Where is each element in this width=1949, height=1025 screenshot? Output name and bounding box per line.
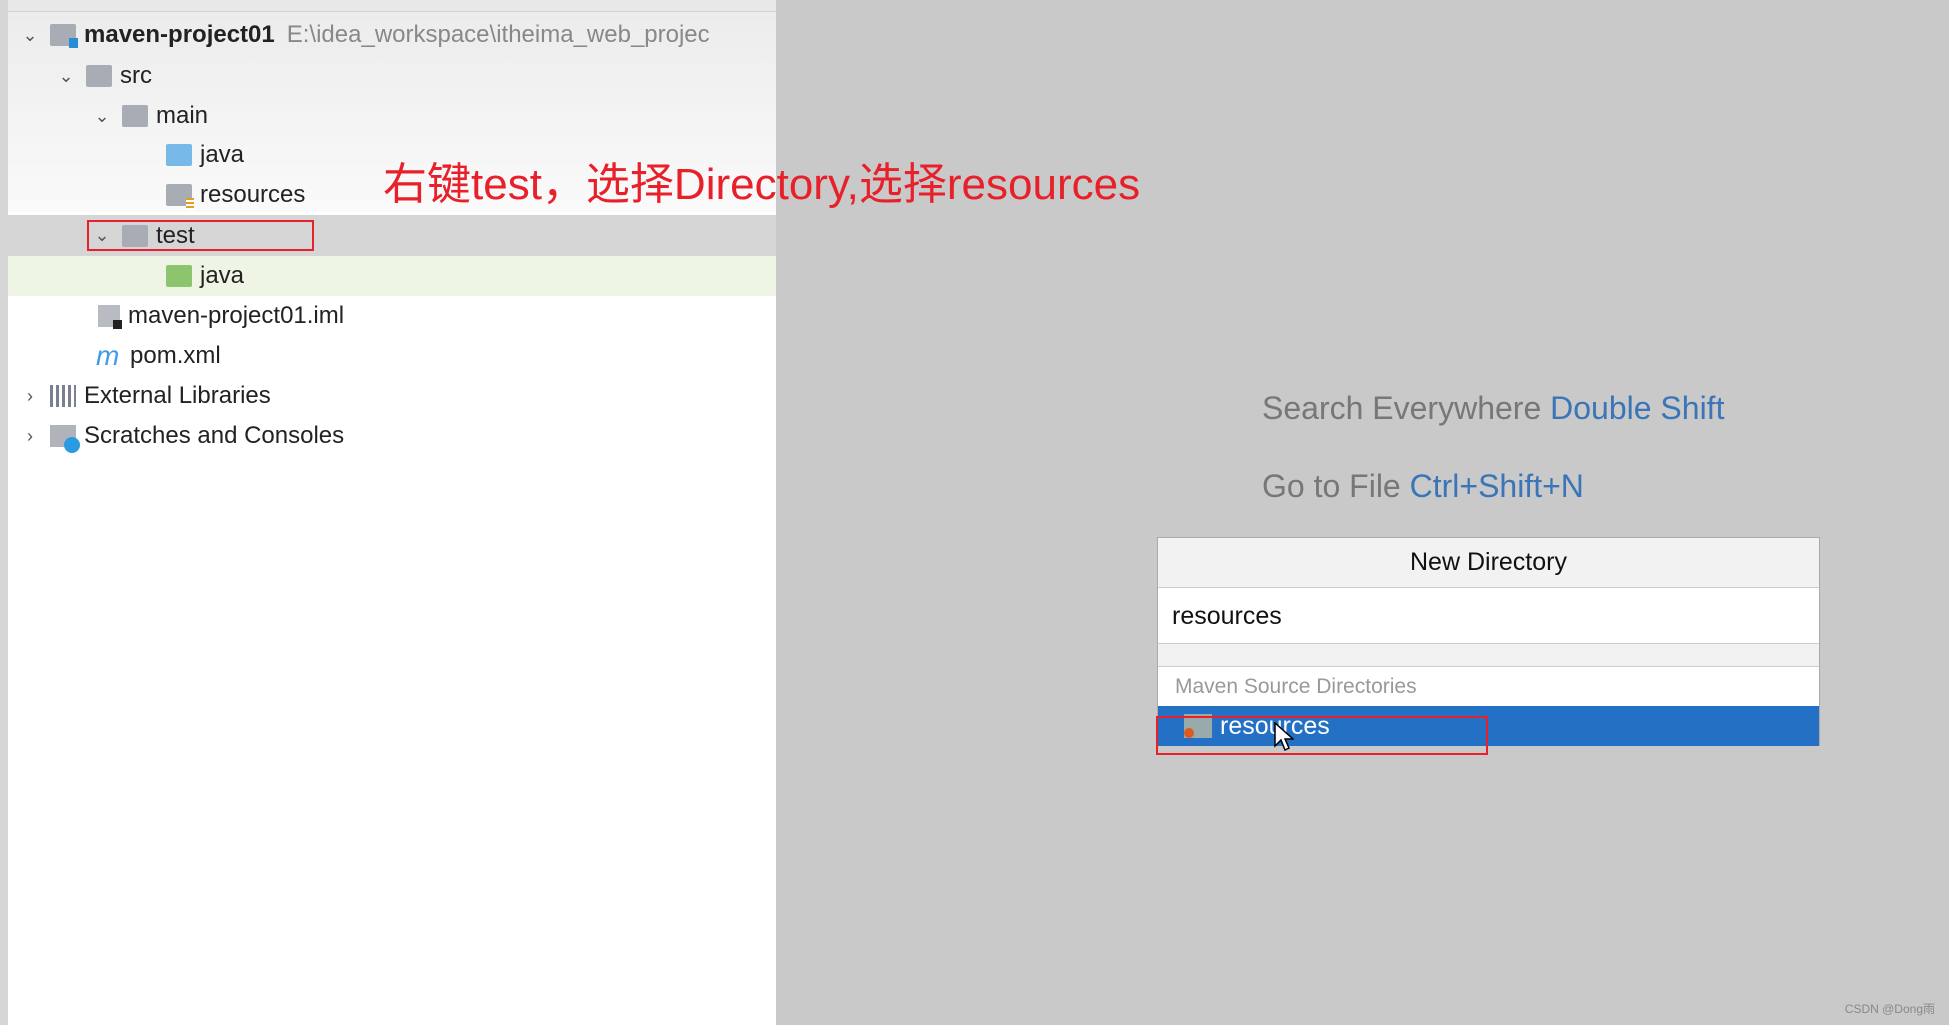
side-strip xyxy=(0,0,8,1025)
search-everywhere-hint: Search Everywhere Double Shift xyxy=(1262,390,1725,426)
folder-icon xyxy=(86,65,112,87)
dialog-title: New Directory xyxy=(1158,538,1819,588)
annotation-text: 右键test，选择Directory,选择resources xyxy=(383,160,1141,209)
chevron-down-icon[interactable]: ⌄ xyxy=(92,106,112,127)
scratches-icon xyxy=(50,425,80,453)
tree-item-scratches[interactable]: › Scratches and Consoles xyxy=(8,416,776,456)
source-folder-icon xyxy=(166,144,192,166)
folder-icon xyxy=(122,105,148,127)
tree-item-src[interactable]: ⌄ src xyxy=(8,56,776,96)
tree-item-maven-project01[interactable]: ⌄ maven-project01 E:\idea_workspace\ithe… xyxy=(8,15,776,55)
chevron-right-icon[interactable]: › xyxy=(20,386,40,407)
resources-folder-icon xyxy=(166,184,194,210)
suggestion-group-label: Maven Source Directories xyxy=(1158,667,1819,706)
highlight-box-test xyxy=(87,220,314,251)
new-directory-dialog: New Directory resources Maven Source Dir… xyxy=(1157,537,1820,746)
module-folder-icon xyxy=(50,24,78,48)
libraries-icon xyxy=(50,385,76,407)
panel-toolbar xyxy=(8,0,776,12)
watermark: CSDN @Dong雨 xyxy=(1844,1002,1935,1016)
tree-item-main[interactable]: ⌄ main xyxy=(8,96,776,136)
mouse-cursor-icon xyxy=(1274,722,1294,752)
chevron-right-icon[interactable]: › xyxy=(20,426,40,447)
test-source-folder-icon xyxy=(166,265,192,287)
goto-file-hint: Go to File Ctrl+Shift+N xyxy=(1262,468,1584,504)
maven-icon: m xyxy=(96,340,120,371)
tree-item-external-libraries[interactable]: › External Libraries xyxy=(8,376,776,416)
tree-item-pom[interactable]: m pom.xml xyxy=(8,336,776,376)
directory-name-input[interactable]: resources xyxy=(1158,588,1819,644)
tree-item-test-java[interactable]: java xyxy=(8,256,776,296)
iml-file-icon xyxy=(98,305,122,329)
tree-item-iml[interactable]: maven-project01.iml xyxy=(8,296,776,336)
highlight-box-resources xyxy=(1156,716,1488,755)
chevron-down-icon[interactable]: ⌄ xyxy=(56,66,76,87)
divider xyxy=(1158,644,1819,667)
chevron-down-icon[interactable]: ⌄ xyxy=(20,25,40,46)
